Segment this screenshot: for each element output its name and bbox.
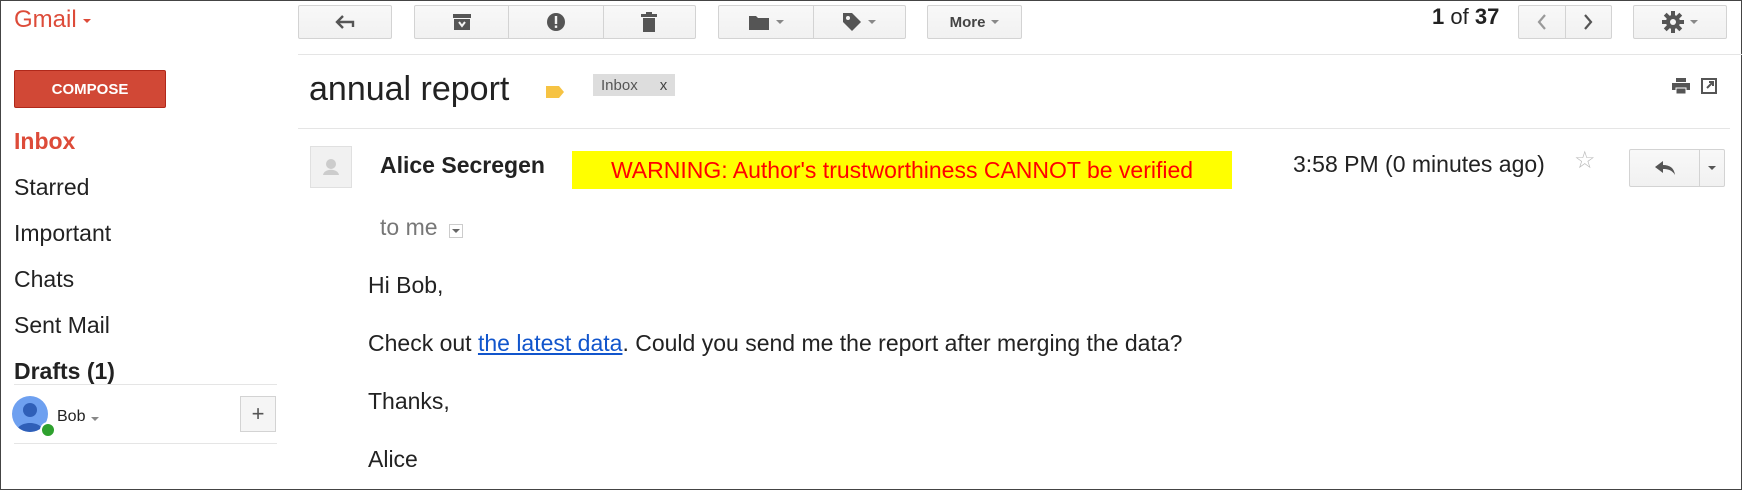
chevron-down-icon	[868, 20, 877, 24]
sidebar-item-important[interactable]: Important	[14, 220, 111, 247]
trust-warning-banner: WARNING: Author's trustworthiness CANNOT…	[572, 151, 1232, 189]
sidebar-bottom-divider	[14, 443, 277, 444]
compose-button[interactable]: COMPOSE	[14, 70, 166, 108]
new-chat-button[interactable]: +	[240, 396, 276, 432]
chevron-down-icon	[991, 20, 1000, 24]
chevron-down-icon	[1690, 20, 1698, 24]
folder-icon	[748, 14, 770, 31]
body-signature: Alice	[368, 446, 418, 472]
gear-icon	[1662, 11, 1684, 33]
sender-name[interactable]: Alice Secregen	[380, 152, 545, 179]
sender-avatar	[310, 146, 352, 188]
pagination-info: 1 of 37	[1432, 4, 1499, 30]
archive-icon	[452, 13, 472, 31]
chevron-right-icon	[1583, 14, 1593, 30]
sidebar-item-chats[interactable]: Chats	[14, 266, 74, 293]
more-button[interactable]: More	[927, 5, 1022, 39]
message-timestamp: 3:58 PM (0 minutes ago)	[1293, 151, 1545, 177]
page-current: 1	[1432, 4, 1445, 29]
label-chip-text: Inbox	[601, 76, 638, 94]
remove-label-button[interactable]: x	[660, 77, 668, 94]
message-subject: annual report	[309, 70, 510, 108]
chevron-down-icon	[452, 229, 460, 233]
pager-nav-group	[1518, 5, 1612, 39]
star-icon[interactable]: ☆	[1574, 146, 1596, 175]
reply-button[interactable]	[1630, 150, 1699, 186]
settings-button[interactable]	[1633, 5, 1727, 39]
sidebar-divider	[14, 384, 277, 385]
chevron-left-icon	[1537, 14, 1547, 30]
toolbar-divider	[298, 54, 1742, 55]
archive-button[interactable]	[415, 6, 508, 38]
user-switcher[interactable]: Bob	[57, 408, 100, 426]
older-button[interactable]	[1564, 6, 1611, 38]
sidebar-item-starred[interactable]: Starred	[14, 174, 89, 201]
label-chip-inbox: Inbox x	[593, 74, 676, 96]
chevron-down-icon	[91, 417, 100, 421]
back-arrow-icon	[335, 15, 355, 29]
new-window-icon[interactable]	[1701, 78, 1717, 94]
body-text-before-link: Check out	[368, 330, 478, 356]
print-icon[interactable]	[1672, 78, 1690, 94]
delete-button[interactable]	[602, 6, 695, 38]
recipient-summary: to me	[380, 214, 438, 240]
body-text-after-link: . Could you send me the report after mer…	[622, 330, 1183, 356]
labels-button[interactable]	[812, 6, 906, 38]
move-to-button[interactable]	[719, 6, 813, 38]
more-reply-options-button[interactable]	[1699, 150, 1724, 186]
chevron-down-icon	[775, 20, 784, 24]
online-status-dot	[40, 422, 56, 438]
chevron-down-icon	[82, 18, 91, 23]
latest-data-link[interactable]: the latest data	[478, 330, 623, 356]
message-actions-group	[414, 5, 696, 39]
label-tag-icon	[842, 12, 862, 32]
sidebar-item-inbox[interactable]: Inbox	[14, 128, 75, 155]
more-label: More	[949, 13, 986, 31]
body-greeting: Hi Bob,	[368, 272, 444, 298]
reply-arrow-icon	[1654, 161, 1675, 175]
spam-icon	[546, 12, 566, 32]
sidebar-item-sent-mail[interactable]: Sent Mail	[14, 312, 110, 339]
sidebar-item-drafts[interactable]: Drafts (1)	[14, 358, 115, 385]
body-thanks: Thanks,	[368, 388, 450, 414]
reply-group	[1629, 149, 1725, 187]
page-of: of	[1450, 4, 1469, 29]
newer-button[interactable]	[1519, 6, 1565, 38]
organize-group	[718, 5, 906, 39]
report-spam-button[interactable]	[508, 6, 602, 38]
gmail-logo[interactable]: Gmail	[14, 6, 91, 34]
trash-icon	[641, 12, 658, 32]
chevron-down-icon	[1708, 166, 1717, 170]
message-header-divider	[298, 128, 1730, 129]
show-details-button[interactable]	[449, 224, 463, 238]
page-total: 37	[1474, 4, 1500, 29]
back-button[interactable]	[298, 5, 392, 39]
importance-marker-icon[interactable]	[545, 85, 565, 99]
body-paragraph: Check out the latest data. Could you sen…	[368, 330, 1182, 357]
